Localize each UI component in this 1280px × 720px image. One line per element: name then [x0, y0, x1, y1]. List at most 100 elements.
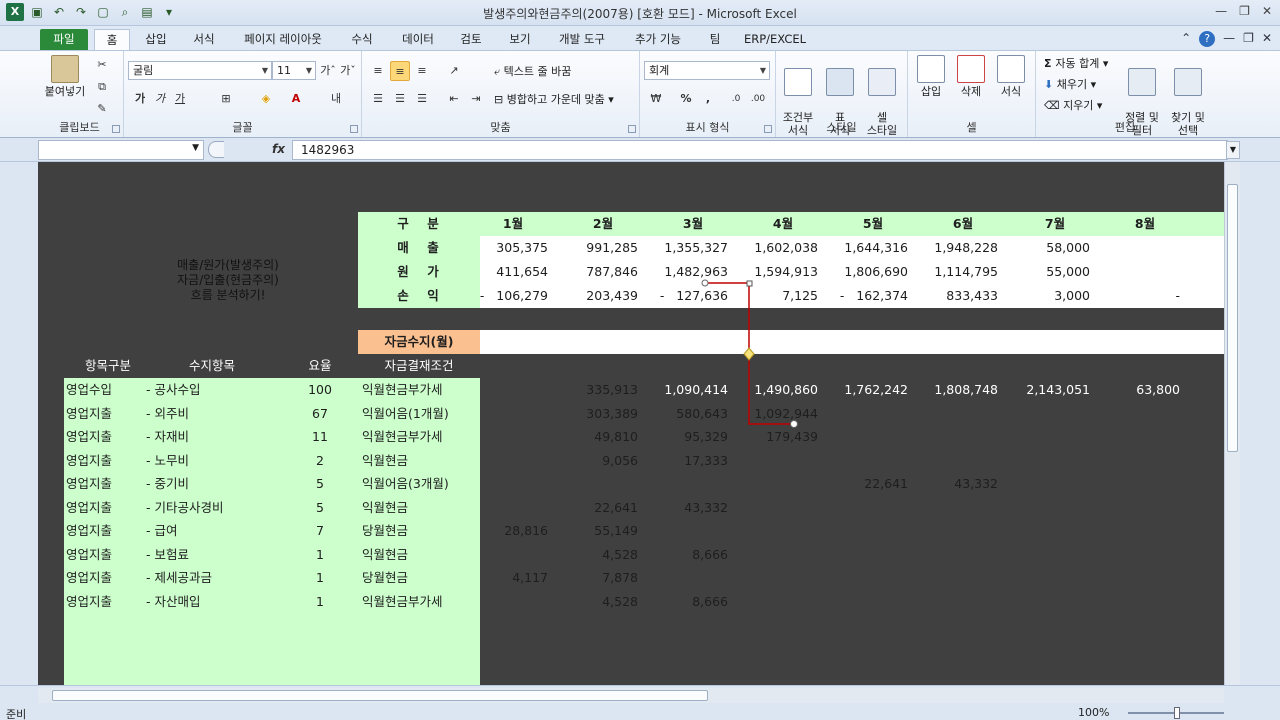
- font-size-select[interactable]: 11 ▼: [272, 61, 316, 80]
- font-color-icon[interactable]: A: [286, 89, 306, 109]
- sigma-icon: Σ: [1044, 57, 1056, 70]
- close-icon[interactable]: ✕: [1262, 4, 1272, 18]
- decrease-decimal-icon[interactable]: .00: [748, 89, 768, 109]
- help-icon[interactable]: ?: [1199, 31, 1216, 47]
- dialog-launcher-icon[interactable]: [764, 125, 772, 133]
- arrow-end-dot: [790, 420, 798, 428]
- zoom-level[interactable]: 100%: [1078, 706, 1109, 719]
- insert-cells-button[interactable]: 삽입: [912, 55, 950, 98]
- name-box[interactable]: ▼: [38, 140, 204, 160]
- align-top-icon[interactable]: ≡: [368, 61, 388, 81]
- tab-format[interactable]: 서식: [186, 29, 222, 50]
- zoom-slider-knob[interactable]: [1174, 707, 1180, 719]
- group-label: 표시 형식: [685, 121, 730, 134]
- wrap-text-button[interactable]: ⤶ 텍스트 줄 바꿈: [494, 65, 571, 79]
- align-left-icon[interactable]: ☰: [368, 89, 388, 109]
- ribbon: 붙여넣기 ✂ ⧉ ✎ 클립보드 굴림 ▼ 11 ▼ 가ˆ 가ˇ 가 가 가 ⊞ ◈ …: [0, 50, 1280, 138]
- align-bottom-icon[interactable]: ≡: [412, 61, 432, 81]
- fill-button[interactable]: ⬇ 채우기 ▾: [1044, 78, 1096, 92]
- vertical-scroll-thumb[interactable]: [1227, 184, 1238, 452]
- grow-font-icon[interactable]: 가ˆ: [318, 61, 338, 81]
- tab-data[interactable]: 데이터: [396, 29, 440, 50]
- dialog-launcher-icon[interactable]: [350, 125, 358, 133]
- tab-page-layout[interactable]: 페이지 레이아웃: [236, 29, 330, 50]
- tab-addins[interactable]: 추가 기능: [628, 29, 688, 50]
- wrap-text-icon: ⤶: [494, 65, 504, 78]
- dialog-launcher-icon[interactable]: [628, 125, 636, 133]
- cell-styles-icon: [868, 68, 896, 96]
- copy-icon[interactable]: ⧉: [92, 77, 112, 97]
- group-alignment: ≡ ≡ ≡ ↗ ⤶ 텍스트 줄 바꿈 ☰ ☰ ☰ ⇤ ⇥ ⊟ 병합하고 가운데 …: [362, 51, 640, 137]
- tab-review[interactable]: 검토: [452, 29, 490, 50]
- tab-insert[interactable]: 삽입: [138, 29, 174, 50]
- doc-minimize-icon[interactable]: —: [1223, 31, 1235, 47]
- font-name-select[interactable]: 굴림 ▼: [128, 61, 272, 80]
- clear-button[interactable]: ⌫ 지우기 ▾: [1044, 99, 1102, 113]
- paste-icon: [51, 55, 79, 83]
- title-bar: X ▣ ↶ ↷ ▢ ⌕ ▤ ▾ 발생주의와현금주의(2007용) [호환 모드]…: [0, 0, 1280, 26]
- zoom-slider[interactable]: [1128, 707, 1224, 719]
- decrease-indent-icon[interactable]: ⇤: [444, 89, 464, 109]
- insert-cells-icon: [917, 55, 945, 83]
- formula-input[interactable]: 1482963: [292, 140, 1228, 160]
- shape-handle-icon: [743, 347, 755, 361]
- ribbon-collapse-icon[interactable]: ⌃: [1181, 31, 1191, 47]
- row-header-strip: [0, 162, 38, 685]
- tab-file[interactable]: 파일: [40, 29, 88, 50]
- tab-team[interactable]: 팀: [702, 29, 728, 50]
- group-styles: 조건부 서식 표 서식 셀 스타일 스타일: [776, 51, 908, 137]
- format-cells-button[interactable]: 서식: [992, 55, 1030, 98]
- format-painter-icon[interactable]: ✎: [92, 99, 112, 119]
- horizontal-scroll-thumb[interactable]: [52, 690, 708, 701]
- underline-button[interactable]: 가: [170, 89, 190, 109]
- autosum-button[interactable]: Σ 자동 합계 ▾: [1044, 57, 1108, 71]
- number-format-select[interactable]: 회계 ▼: [644, 61, 770, 80]
- doc-restore-icon[interactable]: ❐: [1243, 31, 1254, 47]
- merge-center-button[interactable]: ⊟ 병합하고 가운데 맞춤 ▾: [494, 93, 614, 107]
- italic-button[interactable]: 가: [150, 89, 170, 109]
- delete-cells-button[interactable]: 삭제: [952, 55, 990, 98]
- currency-icon[interactable]: ₩: [646, 89, 666, 109]
- align-right-icon[interactable]: ☰: [412, 89, 432, 109]
- doc-close-icon[interactable]: ✕: [1262, 31, 1272, 47]
- vertical-scrollbar[interactable]: [1224, 162, 1240, 685]
- restore-icon[interactable]: ❐: [1239, 4, 1250, 18]
- phonetic-icon[interactable]: 내: [326, 89, 346, 109]
- group-label: 편집: [1114, 121, 1136, 134]
- insert-function-icon[interactable]: fx: [272, 142, 285, 156]
- shrink-font-icon[interactable]: 가ˇ: [338, 61, 358, 81]
- ribbon-tabs: 파일 홈 삽입 서식 페이지 레이아웃 수식 데이터 검토 보기 개발 도구 추…: [0, 26, 1280, 50]
- orientation-icon[interactable]: ↗: [444, 61, 464, 81]
- border-icon[interactable]: ⊞: [216, 89, 236, 109]
- tab-formulas[interactable]: 수식: [344, 29, 380, 50]
- sort-filter-icon: [1128, 68, 1156, 96]
- shape-handle-icon: [746, 280, 753, 287]
- align-center-icon[interactable]: ☰: [390, 89, 410, 109]
- formula-bar: ▼ fx 1482963 ▼: [0, 138, 1280, 162]
- horizontal-scrollbar[interactable]: [38, 688, 1224, 703]
- cut-icon[interactable]: ✂: [92, 55, 112, 75]
- paste-button[interactable]: 붙여넣기: [40, 55, 90, 98]
- group-clipboard: 붙여넣기 ✂ ⧉ ✎ 클립보드: [36, 51, 124, 137]
- fill-color-icon[interactable]: ◈: [256, 89, 276, 109]
- cell-grid[interactable]: 영업수입 - 공사수입 100 익월현금부가세 335,913 1,090,414 1,49…: [38, 162, 1224, 685]
- comma-icon[interactable]: ,: [698, 89, 718, 109]
- tab-view[interactable]: 보기: [502, 29, 538, 50]
- window-controls: — ❐ ✕: [1215, 4, 1272, 18]
- trace-arrows: [701, 279, 798, 428]
- bold-button[interactable]: 가: [130, 89, 150, 109]
- expand-formula-bar-icon[interactable]: ▼: [1226, 141, 1240, 159]
- delete-cells-icon: [957, 55, 985, 83]
- tab-erp-excel[interactable]: ERP/EXCEL: [740, 29, 810, 50]
- increase-decimal-icon[interactable]: .0: [726, 89, 746, 109]
- dialog-launcher-icon[interactable]: [112, 125, 120, 133]
- percent-icon[interactable]: %: [676, 89, 696, 109]
- increase-indent-icon[interactable]: ⇥: [466, 89, 486, 109]
- fill-down-icon: ⬇: [1044, 78, 1057, 91]
- minimize-icon[interactable]: —: [1215, 4, 1227, 18]
- formula-bar-handle[interactable]: [208, 141, 224, 158]
- right-strip: [1240, 162, 1280, 685]
- align-middle-icon[interactable]: ≡: [390, 61, 410, 81]
- tab-home[interactable]: 홈: [94, 29, 130, 50]
- tab-developer[interactable]: 개발 도구: [552, 29, 612, 50]
